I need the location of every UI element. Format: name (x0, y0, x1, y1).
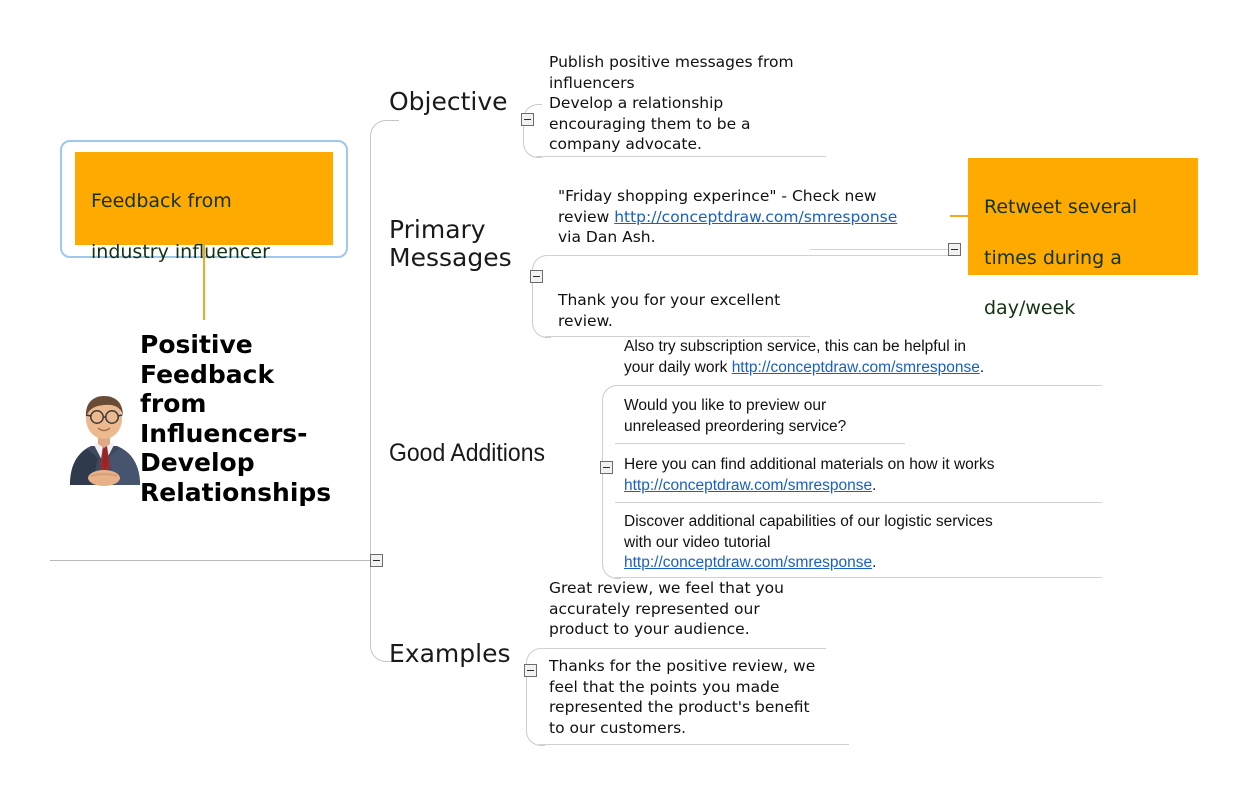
example2-text-line3: represented the product's benefit (549, 698, 810, 717)
primary1-text-line1: "Friday shopping experince" - Check new (558, 187, 877, 205)
callout-retweet-line3: day/week (984, 297, 1076, 320)
good2-text-line1: Would you like to preview our (624, 397, 827, 414)
good3-leaf-rule (615, 502, 1102, 503)
good1-leaf-rule (615, 385, 1102, 386)
branch-label-objective[interactable]: Objective (389, 88, 508, 116)
good-additions-sub-spine (602, 385, 621, 579)
good3-link[interactable]: http://conceptdraw.com/smresponse (624, 477, 872, 494)
central-topic-line3: from (140, 389, 207, 418)
callout-retweet[interactable]: Retweet several times during a day/week (968, 158, 1198, 319)
good4-link[interactable]: http://conceptdraw.com/smresponse (624, 554, 872, 571)
central-topic-line6: Relationships (140, 477, 332, 507)
example2-leaf-rule (539, 744, 849, 745)
primary1-leaf-rule (545, 255, 950, 256)
main-branch-spine (370, 120, 399, 662)
primary1-link[interactable]: http://conceptdraw.com/smresponse (614, 208, 897, 226)
leaf-good-3[interactable]: Here you can find additional materials o… (624, 455, 1114, 496)
example2-text-line1: Thanks for the positive review, we (549, 657, 816, 675)
objective-text-line1: Publish positive messages from (549, 53, 794, 71)
collapse-button-central[interactable] (370, 554, 383, 567)
objective-text-line2: influencers (549, 73, 635, 92)
good3-text-line1: Here you can find additional materials o… (624, 456, 995, 473)
leaf-example-2[interactable]: Thanks for the positive review, we feel … (549, 656, 869, 738)
good4-text-line1: Discover additional capabilities of our … (624, 513, 993, 530)
collapse-button-objective[interactable] (521, 113, 534, 126)
callout-retweet-connector (950, 215, 970, 217)
good1-text-line2-prefix: your daily work (624, 358, 732, 376)
good4-text-line2: with our video tutorial (624, 533, 771, 551)
retweet-connector-rule (810, 249, 950, 250)
example1-text-line3: product to your audience. (549, 620, 750, 639)
examples-sub-spine (526, 648, 545, 746)
collapse-button-retweet[interactable] (948, 243, 961, 256)
leaf-primary-2[interactable]: Thank you for your excellent review. (558, 290, 858, 331)
branch-label-examples[interactable]: Examples (389, 640, 510, 668)
leaf-good-1[interactable]: Also try subscription service, this can … (624, 337, 1104, 378)
branch-label-good-additions[interactable]: Good Additions (389, 439, 545, 468)
collapse-button-examples[interactable] (524, 664, 537, 677)
mindmap-canvas: Feedback from industry influencer Positi… (0, 0, 1246, 787)
example1-text-line2: accurately represented our (549, 599, 760, 618)
central-topic-line5: Develop (140, 448, 255, 477)
avatar (70, 396, 140, 486)
leaf-objective-1[interactable]: Publish positive messages from influence… (549, 52, 849, 155)
branch-label-primary-messages[interactable]: Primary Messages (389, 216, 512, 271)
central-topic-line4: Influencers- (140, 418, 308, 448)
leaf-good-4[interactable]: Discover additional capabilities of our … (624, 512, 1114, 574)
good1-link[interactable]: http://conceptdraw.com/smresponse (732, 359, 980, 376)
objective-text-line3: Develop a relationship (549, 94, 724, 113)
leaf-primary-1[interactable]: "Friday shopping experince" - Check new … (558, 186, 958, 248)
example1-leaf-rule (539, 648, 826, 649)
primary1-text-line3: via Dan Ash. (558, 228, 656, 247)
example2-text-line2: feel that the points you made (549, 677, 780, 696)
central-topic-line2: Feedback (140, 359, 275, 389)
central-topic[interactable]: Positive Feedback from Influencers- Deve… (140, 330, 370, 507)
leaf-good-2[interactable]: Would you like to preview our unreleased… (624, 396, 1024, 437)
callout-retweet-line2: times during a (984, 246, 1122, 269)
good2-leaf-rule (615, 443, 905, 444)
primary1-text-line2-prefix: review (558, 207, 615, 226)
primary-messages-sub-spine (532, 255, 551, 338)
good3-text-line2-suffix: . (872, 476, 877, 494)
objective-text-line4: encouraging them to be a (549, 114, 751, 133)
callout-feedback-line1: Feedback from (91, 190, 232, 213)
callout-feedback-fill[interactable]: Feedback from industry influencer (75, 152, 333, 263)
leaf-example-1[interactable]: Great review, we feel that you accuratel… (549, 578, 869, 640)
callout-feedback-line2: industry influencer (91, 240, 270, 263)
good1-text-line2-suffix: . (979, 358, 985, 376)
example2-text-line4: to our customers. (549, 718, 687, 737)
good1-text-line1: Also try subscription service, this can … (624, 338, 967, 355)
primary2-text-line2: review. (558, 311, 613, 330)
good4-text-line3-suffix: . (872, 554, 877, 572)
central-topic-line1: Positive (140, 330, 253, 359)
collapse-button-good-additions[interactable] (600, 461, 613, 474)
primary2-text-line1: Thank you for your excellent (558, 291, 781, 309)
central-topic-underline (50, 560, 370, 561)
collapse-button-primary-messages[interactable] (530, 270, 543, 283)
objective-leaf-rule (536, 156, 826, 157)
example1-text-line1: Great review, we feel that you (549, 579, 784, 597)
good2-text-line2: unreleased preordering service? (624, 417, 847, 435)
objective-text-line5: company advocate. (549, 135, 702, 154)
callout-feedback-connector (203, 240, 205, 320)
callout-retweet-line1: Retweet several (984, 196, 1138, 219)
